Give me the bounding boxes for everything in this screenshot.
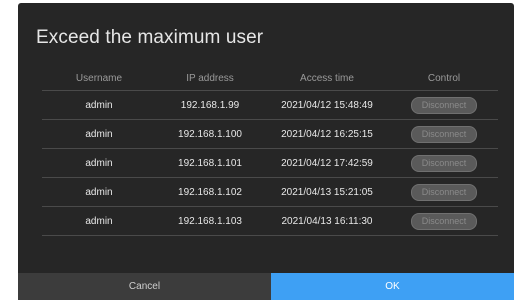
- cell-ip-address: 192.168.1.100: [178, 128, 242, 140]
- disconnect-button[interactable]: Disconnect: [411, 212, 477, 230]
- cell-access-time: 2021/04/12 15:48:49: [281, 99, 373, 111]
- exceed-max-user-dialog: Exceed the maximum user Username IP addr…: [18, 3, 514, 300]
- cell-username: admin: [85, 186, 113, 198]
- cell-username: admin: [85, 157, 113, 169]
- cell-username: admin: [85, 215, 113, 227]
- disconnect-button[interactable]: Disconnect: [411, 183, 477, 201]
- table-row: admin 192.168.1.103 2021/04/13 16:11:30 …: [42, 207, 498, 236]
- disconnect-button[interactable]: Disconnect: [411, 96, 477, 114]
- table-row: admin 192.168.1.99 2021/04/12 15:48:49 D…: [42, 91, 498, 120]
- dialog-title: Exceed the maximum user: [36, 27, 264, 48]
- table-header: Username IP address Access time Control: [42, 67, 498, 91]
- table-row: admin 192.168.1.100 2021/04/12 16:25:15 …: [42, 120, 498, 149]
- cell-control: Disconnect: [390, 96, 498, 114]
- table-row: admin 192.168.1.101 2021/04/12 17:42:59 …: [42, 149, 498, 178]
- cell-control: Disconnect: [390, 154, 498, 172]
- cancel-button[interactable]: Cancel: [18, 273, 271, 300]
- cell-access-time: 2021/04/13 16:11:30: [281, 215, 373, 227]
- disconnect-button[interactable]: Disconnect: [411, 125, 477, 143]
- cell-access-time: 2021/04/12 17:42:59: [281, 157, 373, 169]
- cell-ip-address: 192.168.1.103: [178, 215, 242, 227]
- dialog-footer: Cancel OK: [18, 273, 514, 300]
- cell-access-time: 2021/04/13 15:21:05: [281, 186, 373, 198]
- cell-ip-address: 192.168.1.99: [180, 99, 240, 111]
- column-header-access-time: Access time: [300, 73, 354, 84]
- cell-ip-address: 192.168.1.101: [178, 157, 242, 169]
- cell-access-time: 2021/04/12 16:25:15: [281, 128, 373, 140]
- disconnect-button[interactable]: Disconnect: [411, 154, 477, 172]
- column-header-control: Control: [427, 73, 461, 84]
- user-table: Username IP address Access time Control …: [42, 67, 498, 236]
- ok-button[interactable]: OK: [271, 273, 514, 300]
- cell-control: Disconnect: [390, 125, 498, 143]
- cell-control: Disconnect: [390, 183, 498, 201]
- cell-username: admin: [85, 99, 113, 111]
- cell-control: Disconnect: [390, 212, 498, 230]
- cell-username: admin: [85, 128, 113, 140]
- column-header-username: Username: [75, 73, 123, 84]
- table-row: admin 192.168.1.102 2021/04/13 15:21:05 …: [42, 178, 498, 207]
- cell-ip-address: 192.168.1.102: [178, 186, 242, 198]
- column-header-ip-address: IP address: [186, 73, 234, 84]
